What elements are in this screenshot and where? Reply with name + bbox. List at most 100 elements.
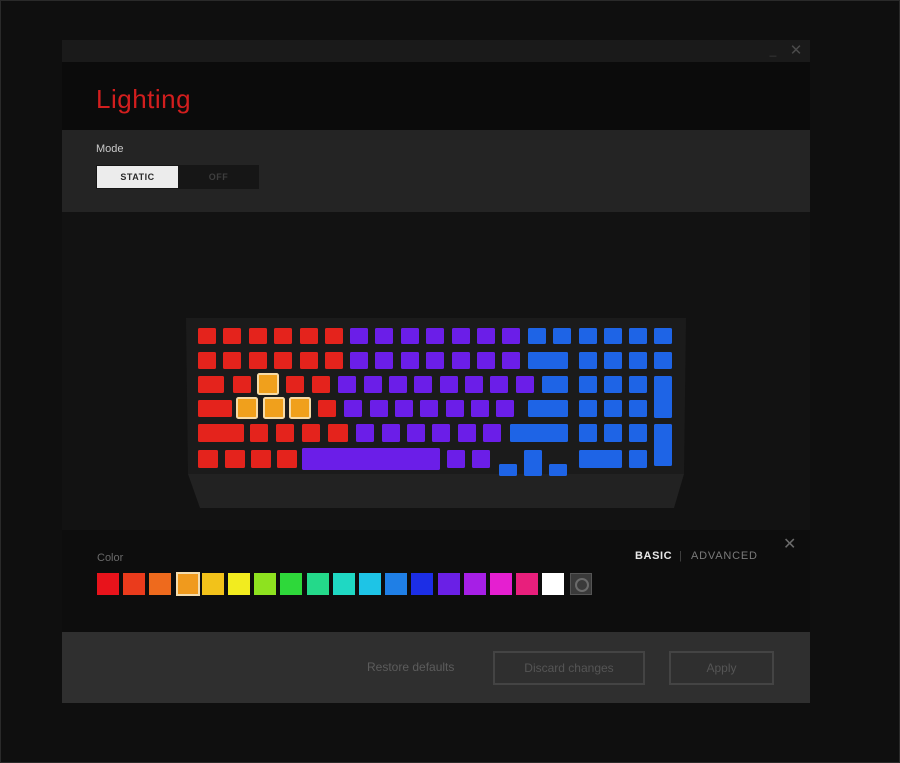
keyboard-key bbox=[364, 376, 382, 393]
color-swatch[interactable] bbox=[97, 573, 119, 595]
keyboard-key bbox=[542, 376, 568, 393]
color-swatch[interactable] bbox=[411, 573, 434, 595]
keyboard-key bbox=[328, 424, 348, 442]
keyboard-key bbox=[395, 400, 413, 417]
keyboard-key bbox=[432, 424, 450, 442]
color-panel: Color BASIC | ADVANCED ✕ bbox=[62, 530, 810, 632]
mode-label: Mode bbox=[96, 143, 124, 155]
color-swatch[interactable] bbox=[254, 573, 277, 595]
keyboard-key bbox=[440, 376, 458, 393]
keyboard-key bbox=[250, 424, 268, 442]
apply-button[interactable]: Apply bbox=[669, 651, 774, 685]
mode-panel: Mode STATIC OFF bbox=[62, 130, 810, 212]
color-swatch[interactable] bbox=[542, 573, 565, 595]
keyboard-key bbox=[401, 328, 419, 344]
color-swatch[interactable] bbox=[175, 572, 200, 596]
keyboard-key bbox=[472, 450, 490, 468]
color-swatch[interactable] bbox=[437, 573, 460, 595]
keyboard-key bbox=[579, 352, 597, 369]
keyboard-preview bbox=[62, 212, 810, 530]
keyboard-key bbox=[223, 352, 241, 369]
keyboard-key bbox=[629, 328, 647, 344]
keyboard-key bbox=[251, 450, 271, 468]
keyboard-key bbox=[223, 328, 241, 344]
title-bar: _ ✕ bbox=[62, 40, 810, 62]
keyboard-key bbox=[528, 328, 546, 344]
tab-advanced[interactable]: ADVANCED bbox=[691, 550, 758, 562]
color-swatch[interactable] bbox=[332, 573, 355, 595]
keyboard-key bbox=[629, 352, 647, 369]
rainbow-cycle-icon[interactable] bbox=[570, 573, 592, 595]
keyboard-key bbox=[325, 328, 343, 344]
keyboard-key bbox=[471, 400, 489, 417]
keyboard-key-highlighted bbox=[236, 397, 258, 419]
keyboard-key bbox=[654, 424, 672, 466]
keyboard-key bbox=[604, 352, 622, 369]
color-swatch[interactable] bbox=[280, 573, 303, 595]
keyboard-key bbox=[198, 376, 224, 393]
keyboard-key bbox=[350, 352, 368, 369]
keyboard-key bbox=[446, 400, 464, 417]
keyboard-key bbox=[604, 328, 622, 344]
keyboard-key bbox=[370, 400, 388, 417]
keyboard-key bbox=[629, 424, 647, 442]
keyboard-key bbox=[629, 450, 647, 468]
keyboard-key bbox=[338, 376, 356, 393]
keyboard-key bbox=[604, 376, 622, 393]
keyboard-key bbox=[198, 400, 232, 417]
keyboard-key bbox=[528, 352, 568, 369]
keyboard-key bbox=[286, 376, 304, 393]
keyboard-key bbox=[549, 464, 567, 476]
keyboard-key bbox=[350, 328, 368, 344]
tab-basic[interactable]: BASIC bbox=[635, 550, 672, 562]
keyboard-key bbox=[629, 400, 647, 417]
keyboard-key-highlighted bbox=[257, 373, 279, 395]
keyboard-key bbox=[249, 352, 267, 369]
minimize-icon[interactable]: _ bbox=[766, 44, 780, 58]
color-swatch[interactable] bbox=[385, 573, 408, 595]
close-icon[interactable]: ✕ bbox=[788, 43, 804, 59]
keyboard-key bbox=[249, 328, 267, 344]
page-title: Lighting bbox=[96, 84, 192, 114]
color-swatch[interactable] bbox=[123, 573, 146, 595]
color-swatch[interactable] bbox=[149, 573, 172, 595]
keyboard-key bbox=[198, 328, 216, 344]
keyboard-key bbox=[302, 424, 320, 442]
keyboard-key bbox=[654, 328, 672, 344]
keyboard-key bbox=[654, 352, 672, 369]
keyboard-key bbox=[276, 424, 294, 442]
restore-defaults-link[interactable]: Restore defaults bbox=[367, 660, 454, 674]
keyboard-key bbox=[233, 376, 251, 393]
footer: Restore defaults Discard changes Apply bbox=[62, 632, 810, 703]
color-swatch[interactable] bbox=[228, 573, 250, 595]
keyboard-key bbox=[277, 450, 297, 468]
color-swatch[interactable] bbox=[516, 573, 539, 595]
keyboard-key bbox=[198, 424, 244, 442]
keyboard-key bbox=[516, 376, 534, 393]
color-swatch[interactable] bbox=[490, 573, 512, 595]
color-swatch[interactable] bbox=[359, 573, 381, 595]
mode-off-button[interactable]: OFF bbox=[178, 165, 259, 189]
keyboard-key bbox=[496, 400, 514, 417]
keyboard-key bbox=[420, 400, 438, 417]
keyboard-key bbox=[274, 328, 292, 344]
color-swatch[interactable] bbox=[201, 573, 224, 595]
color-swatch[interactable] bbox=[463, 573, 486, 595]
keyboard-key bbox=[300, 328, 318, 344]
keyboard-key bbox=[629, 376, 647, 393]
color-swatch[interactable] bbox=[306, 573, 329, 595]
keyboard-key-spacebar bbox=[302, 448, 440, 470]
keyboard-key bbox=[318, 400, 336, 417]
keyboard-key bbox=[528, 400, 568, 417]
keyboard-key bbox=[477, 328, 495, 344]
color-panel-close-icon[interactable]: ✕ bbox=[783, 537, 796, 553]
mode-static-button[interactable]: STATIC bbox=[97, 166, 178, 188]
keyboard-key bbox=[499, 464, 517, 476]
keyboard-illustration bbox=[186, 318, 686, 508]
keyboard-front-edge bbox=[188, 474, 684, 508]
keyboard-key bbox=[579, 424, 597, 442]
keyboard-key bbox=[502, 328, 520, 344]
keyboard-key bbox=[198, 352, 216, 369]
discard-changes-button[interactable]: Discard changes bbox=[493, 651, 645, 685]
keyboard-key bbox=[604, 400, 622, 417]
